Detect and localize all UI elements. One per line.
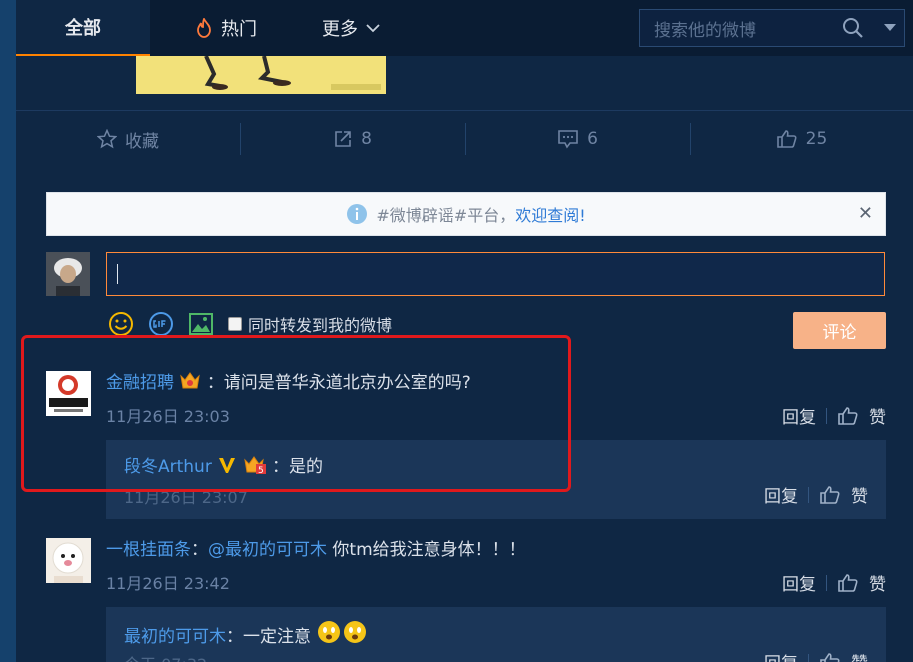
top-nav: 全部 热门 更多 搜索他的微博 bbox=[16, 0, 913, 56]
comment-item: 一根挂面条：@最初的可可木 你tm给我注意身体！！！ 11月26日 23:42 … bbox=[46, 538, 886, 662]
emoji-icon bbox=[344, 621, 367, 643]
tab-all[interactable]: 全部 bbox=[16, 0, 150, 56]
reply-text-line: 最初的可可木：一定注意 bbox=[124, 619, 368, 647]
comment-text-line: 金融招聘 ：请问是普华永道北京办公室的吗? bbox=[106, 371, 886, 395]
emoji-icon bbox=[318, 621, 341, 643]
member-badge-icon bbox=[180, 372, 201, 389]
ops-separator bbox=[808, 486, 809, 503]
composer-tools: 同时转发到我的微博 bbox=[108, 312, 392, 336]
comment-icon bbox=[558, 130, 578, 149]
reply-text-line: 段冬Arthur 5 ：是的 bbox=[124, 452, 323, 477]
reply-box: 段冬Arthur 5 ：是的 11月26日 23:07 回复 赞 bbox=[106, 440, 886, 519]
repost-button[interactable]: 8 bbox=[240, 111, 465, 167]
comment-text-line: 一根挂面条：@最初的可可木 你tm给我注意身体！！！ bbox=[106, 538, 886, 562]
repost-count: 8 bbox=[361, 129, 372, 149]
reply-button[interactable]: 回复 bbox=[764, 649, 798, 662]
mention-link[interactable]: @最初的可可木 bbox=[208, 540, 327, 560]
tab-hot-label: 热门 bbox=[221, 19, 257, 40]
commenter-avatar[interactable] bbox=[46, 538, 91, 583]
verified-v-icon bbox=[219, 458, 236, 473]
commenter-name[interactable]: 一根挂面条 bbox=[106, 540, 191, 560]
comment-time: 11月26日 23:42 bbox=[106, 574, 230, 593]
tab-more-label: 更多 bbox=[322, 19, 358, 40]
comment-ops: 回复 赞 bbox=[782, 403, 886, 428]
tab-hot[interactable]: 热门 bbox=[176, 0, 276, 56]
reply-button[interactable]: 回复 bbox=[782, 570, 816, 595]
post-image[interactable] bbox=[136, 56, 386, 94]
like-reply-button[interactable]: 赞 bbox=[851, 649, 868, 662]
like-reply-button[interactable]: 赞 bbox=[851, 482, 868, 507]
ops-separator bbox=[808, 653, 809, 662]
chevron-down-icon bbox=[366, 24, 380, 33]
sync-label: 同时转发到我的微博 bbox=[248, 316, 393, 335]
replier-name[interactable]: 段冬Arthur bbox=[124, 457, 212, 477]
member-badge-icon: 5 bbox=[243, 456, 266, 475]
sync-repost-checkbox[interactable]: 同时转发到我的微博 bbox=[228, 312, 392, 336]
search-box[interactable]: 搜索他的微博 bbox=[639, 9, 905, 47]
star-icon bbox=[97, 129, 117, 149]
comment-item: 金融招聘 ：请问是普华永道北京办公室的吗? 11月26日 23:03 回复 赞 … bbox=[46, 371, 886, 521]
fire-icon bbox=[197, 18, 211, 38]
gif-icon[interactable] bbox=[148, 311, 174, 337]
notice-link[interactable]: 欢迎查阅! bbox=[515, 202, 585, 226]
thumbs-up-icon[interactable] bbox=[819, 652, 841, 662]
thumbs-up-icon[interactable] bbox=[837, 573, 859, 593]
reply-button[interactable]: 回复 bbox=[782, 403, 816, 428]
left-sidebar-strip bbox=[0, 0, 16, 662]
commenter-name[interactable]: 金融招聘 bbox=[106, 373, 174, 393]
notice-text: #微博辟谣#平台， bbox=[376, 206, 516, 225]
reply-ops: 回复 赞 bbox=[764, 649, 868, 662]
comment-button[interactable]: 6 bbox=[465, 111, 690, 167]
reply-button[interactable]: 回复 bbox=[764, 482, 798, 507]
post-card: 收藏 8 6 25 #微博辟谣#平台， 欢迎查阅! ✕ 同时转发到我的微博 评论… bbox=[16, 56, 913, 662]
thumbs-up-icon[interactable] bbox=[819, 485, 841, 505]
comment-input[interactable] bbox=[106, 252, 885, 296]
comment-body: 金融招聘 ：请问是普华永道北京办公室的吗? 11月26日 23:03 回复 赞 bbox=[106, 371, 886, 428]
text-caret bbox=[117, 264, 118, 284]
favorite-label: 收藏 bbox=[125, 131, 159, 152]
close-icon[interactable]: ✕ bbox=[858, 203, 873, 224]
like-count: 25 bbox=[805, 129, 828, 149]
ops-separator bbox=[826, 574, 827, 591]
submit-comment-button[interactable]: 评论 bbox=[793, 312, 886, 349]
favorite-button[interactable]: 收藏 bbox=[16, 111, 240, 167]
dropdown-arrow-icon[interactable] bbox=[876, 24, 904, 32]
search-icon[interactable] bbox=[842, 17, 876, 39]
thumbs-up-icon[interactable] bbox=[837, 406, 859, 426]
search-input[interactable]: 搜索他的微博 bbox=[654, 16, 842, 41]
image-icon[interactable] bbox=[188, 311, 214, 337]
my-avatar[interactable] bbox=[46, 252, 90, 296]
replier-name[interactable]: 最初的可可木 bbox=[124, 627, 226, 647]
comment-text: ：请问是普华永道北京办公室的吗? bbox=[206, 373, 471, 393]
info-icon bbox=[347, 204, 368, 224]
reply-time: 11月26日 23:07 bbox=[124, 488, 248, 507]
repost-icon bbox=[335, 131, 351, 147]
commenter-avatar[interactable] bbox=[46, 371, 91, 416]
tab-all-label: 全部 bbox=[65, 18, 101, 39]
comment-ops: 回复 赞 bbox=[782, 570, 886, 595]
comment-text: 你tm给我注意身体！！！ bbox=[327, 540, 526, 560]
like-comment-button[interactable]: 赞 bbox=[869, 403, 886, 428]
ops-separator bbox=[826, 407, 827, 424]
post-actions: 收藏 8 6 25 bbox=[16, 111, 913, 167]
like-comment-button[interactable]: 赞 bbox=[869, 570, 886, 595]
checkbox-box[interactable] bbox=[228, 317, 242, 331]
rumor-notice: #微博辟谣#平台， 欢迎查阅! ✕ bbox=[46, 192, 886, 236]
reply-text: ：是的 bbox=[272, 457, 324, 477]
like-button[interactable]: 25 bbox=[690, 111, 913, 167]
emoji-icon[interactable] bbox=[108, 311, 134, 337]
comment-body: 一根挂面条：@最初的可可木 你tm给我注意身体！！！ 11月26日 23:42 … bbox=[106, 538, 886, 595]
thumbs-up-icon bbox=[776, 130, 797, 148]
reply-time: 今天 07:32 bbox=[124, 651, 207, 662]
reply-ops: 回复 赞 bbox=[764, 482, 868, 507]
reply-text: ：一定注意 bbox=[226, 627, 311, 647]
tab-more[interactable]: 更多 bbox=[306, 0, 396, 56]
comment-time: 11月26日 23:03 bbox=[106, 407, 230, 426]
comment-count: 6 bbox=[587, 129, 598, 149]
submit-label: 评论 bbox=[822, 323, 857, 343]
reply-box: 最初的可可木：一定注意 今天 07:32 回复 赞 bbox=[106, 607, 886, 662]
svg-text:5: 5 bbox=[258, 466, 264, 475]
colon: ： bbox=[191, 540, 208, 560]
